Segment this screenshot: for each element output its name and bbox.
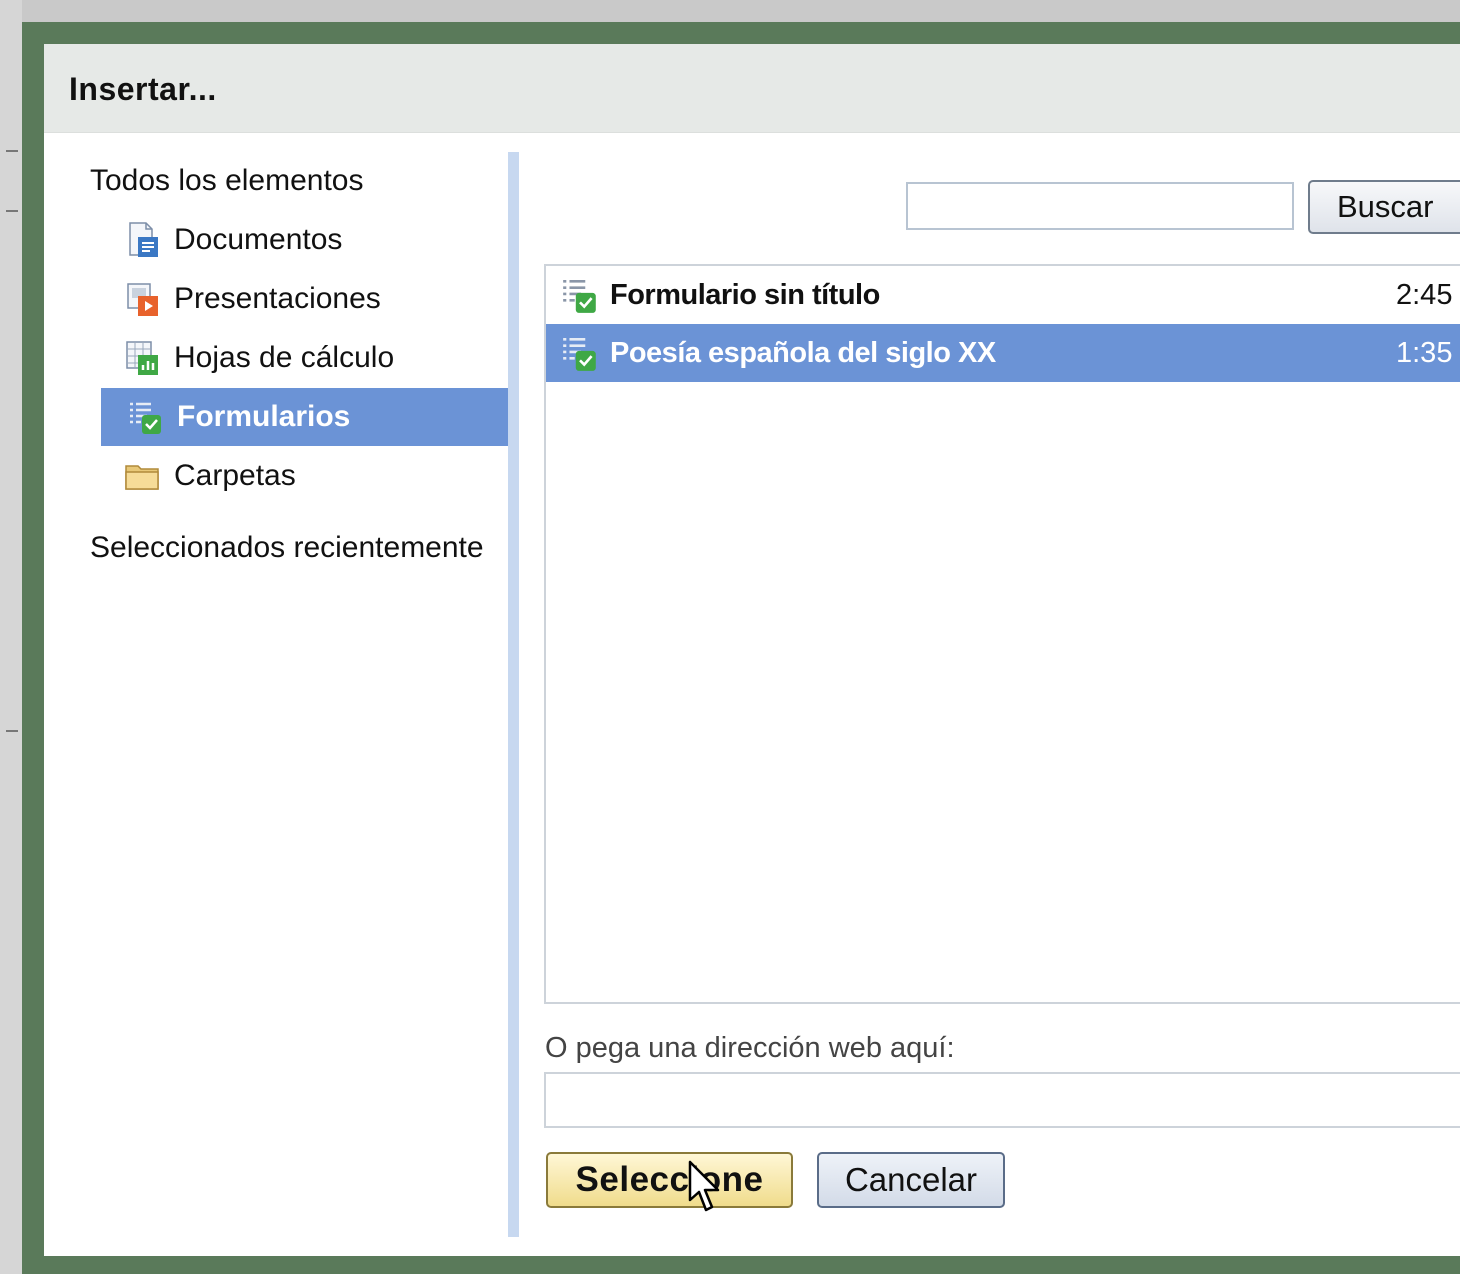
nav-item-folders[interactable]: Carpetas [124,447,296,505]
file-time: 2:45 [1396,278,1453,311]
background-ruler-mark [6,730,18,732]
file-time: 1:35 [1396,336,1453,369]
background-ruler-mark [6,150,18,152]
url-input[interactable] [544,1072,1460,1128]
search-input[interactable] [906,182,1294,230]
nav-recent-label: Seleccionados recientemente [90,531,484,564]
insert-dialog: Insertar... Todos los elementos Document… [44,44,1460,1256]
form-icon [563,338,596,371]
file-list: Formulario sin título 2:45 Poesía españo… [544,264,1460,1004]
file-name: Poesía española del siglo XX [610,336,996,369]
dialog-title: Insertar... [69,71,217,107]
presentation-icon [127,283,158,316]
form-icon [130,402,161,434]
nav-item-label: Formularios [177,400,351,433]
background-window-edge [0,0,22,1274]
search-button[interactable]: Buscar [1308,180,1460,234]
nav-item-label: Carpetas [174,459,296,492]
file-row[interactable]: Formulario sin título 2:45 [546,266,1460,324]
form-icon [563,280,596,313]
document-icon [129,222,158,257]
nav-item-label: Documentos [174,223,343,256]
folder-icon [125,465,159,490]
nav-all-items[interactable]: Todos los elementos [90,152,364,210]
url-label: O pega una dirección web aquí: [545,1032,955,1064]
nav-item-spreadsheets[interactable]: Hojas de cálculo [124,329,394,387]
nav-recently-selected[interactable]: Seleccionados recientemente [90,519,484,577]
nav-item-label: Presentaciones [174,282,381,315]
cancel-button[interactable]: Cancelar [817,1152,1005,1208]
file-row-selected[interactable]: Poesía española del siglo XX 1:35 [546,324,1460,382]
select-button[interactable]: Seleccione [546,1152,793,1208]
nav-item-presentations[interactable]: Presentaciones [124,270,381,328]
category-nav: Todos los elementos Documentos Presentac… [44,132,508,1256]
file-name: Formulario sin título [610,278,880,311]
nav-item-forms[interactable]: Formularios [101,388,508,446]
nav-item-documents[interactable]: Documentos [124,211,342,269]
nav-item-label: Hojas de cálculo [174,341,395,374]
spreadsheet-icon [126,341,158,375]
background-ruler-mark [6,210,18,212]
dialog-titlebar: Insertar... [44,44,1460,133]
nav-all-items-label: Todos los elementos [90,164,364,197]
pane-divider[interactable] [508,152,519,1237]
